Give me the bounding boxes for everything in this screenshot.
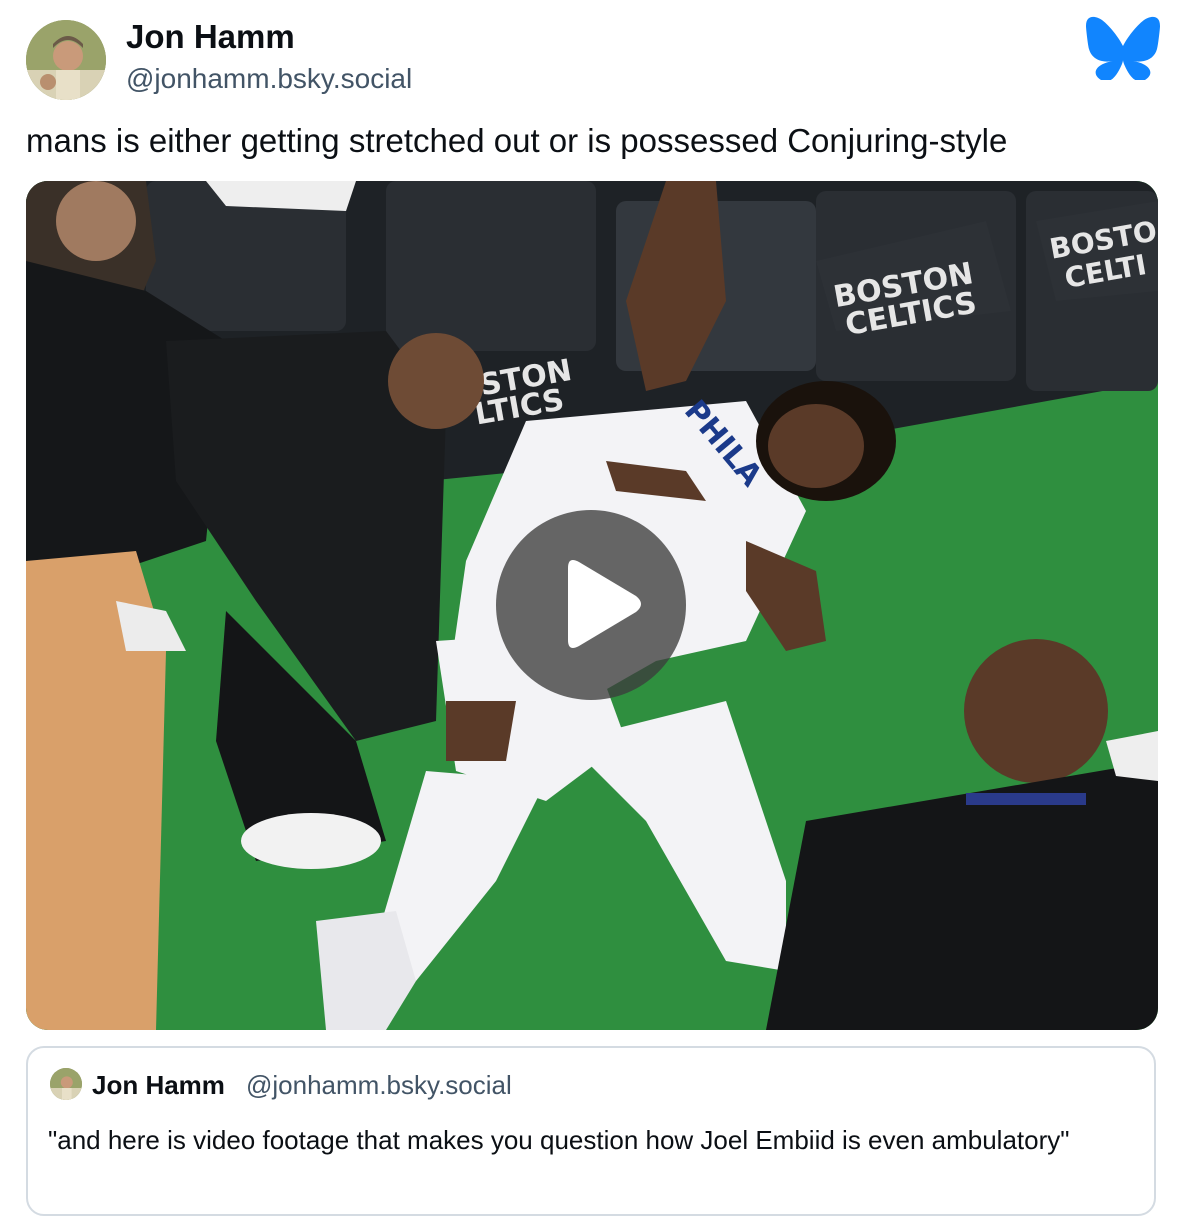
quoted-author-handle: @jonhamm.bsky.social [246,1070,512,1100]
author-handle[interactable]: @jonhamm.bsky.social [126,63,412,95]
author-display-name[interactable]: Jon Hamm [126,18,295,56]
author-avatar[interactable] [26,20,106,100]
quoted-author-avatar [50,1068,82,1100]
play-button[interactable] [496,510,686,700]
quoted-post-text: "and here is video footage that makes yo… [48,1125,1070,1155]
video-player[interactable]: BOSTON CELTICS BOSTO CELTI STON LTICS PH… [26,181,1158,1030]
post-text: mans is either getting stretched out or … [26,122,1008,159]
bluesky-butterfly-icon[interactable] [1086,16,1160,80]
avatar-image [50,1068,82,1100]
play-icon [568,560,641,648]
quoted-post[interactable]: Jon Hamm @jonhamm.bsky.social "and here … [26,1046,1156,1216]
avatar-image [26,20,106,100]
quoted-author-display-name: Jon Hamm [92,1070,225,1100]
